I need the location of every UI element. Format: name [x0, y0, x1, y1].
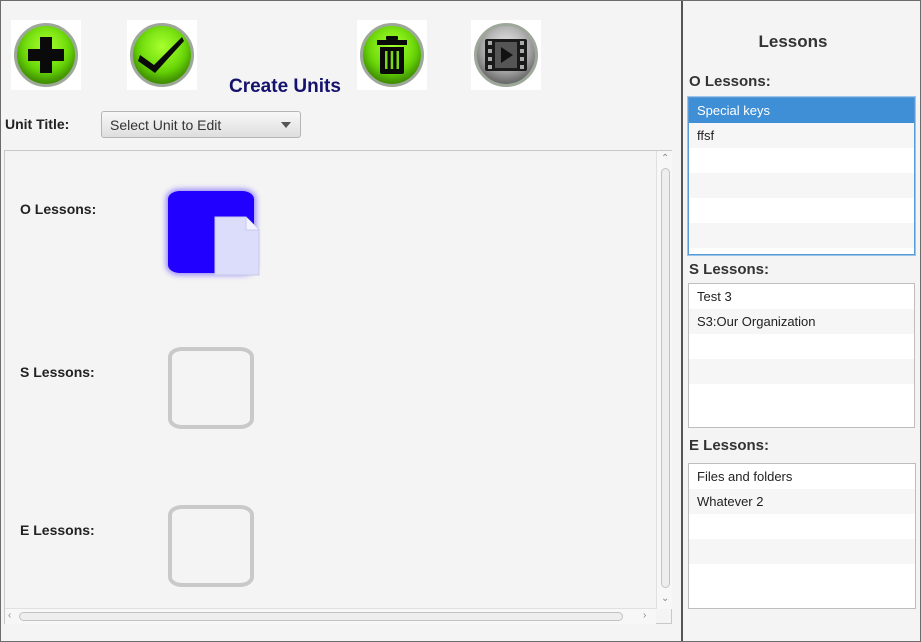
unit-editor-pane: Create Units Unit Title: Select Unit to … — [1, 1, 681, 641]
list-item[interactable]: Test 3 — [689, 284, 914, 309]
list-item[interactable] — [689, 173, 914, 198]
scroll-left-icon[interactable]: ‹ — [8, 611, 11, 621]
scroll-down-icon[interactable]: ⌄ — [661, 594, 669, 604]
chevron-down-icon — [281, 122, 291, 128]
s-lessons-label: S Lessons: — [20, 364, 95, 380]
vertical-scrollbar[interactable]: ⌃ ⌄ — [656, 151, 672, 609]
plus-icon — [14, 23, 78, 87]
list-item[interactable] — [689, 148, 914, 173]
list-item[interactable] — [689, 564, 915, 589]
list-item[interactable]: Whatever 2 — [689, 489, 915, 514]
list-item[interactable] — [689, 198, 914, 223]
lessons-title: Lessons — [758, 32, 828, 51]
vertical-scroll-thumb[interactable] — [661, 168, 670, 588]
o-lessons-list[interactable]: Special keys ffsf — [688, 97, 915, 255]
page-title: Create Units — [229, 76, 341, 97]
unit-select-dropdown[interactable]: Select Unit to Edit — [101, 111, 301, 138]
e-lessons-heading: E Lessons: — [689, 437, 770, 454]
add-button[interactable] — [11, 20, 81, 90]
e-lessons-drop-target[interactable] — [168, 505, 254, 587]
film-play-icon — [474, 23, 538, 87]
list-item[interactable] — [689, 514, 915, 539]
scroll-right-icon[interactable]: › — [643, 611, 646, 621]
list-item[interactable] — [689, 359, 914, 384]
horizontal-scroll-thumb[interactable] — [19, 612, 623, 621]
s-lessons-heading: S Lessons: — [689, 261, 770, 278]
e-lessons-label: E Lessons: — [20, 522, 95, 538]
app-window: Create Units Unit Title: Select Unit to … — [0, 0, 921, 642]
document-icon — [214, 216, 260, 276]
unit-select-value: Select Unit to Edit — [110, 116, 222, 133]
s-lessons-list[interactable]: Test 3 S3:Our Organization — [688, 283, 915, 428]
e-lessons-list[interactable]: Files and folders Whatever 2 — [688, 463, 916, 609]
o-lessons-heading: O Lessons: — [689, 73, 771, 90]
list-item[interactable] — [689, 539, 915, 564]
video-button[interactable] — [471, 20, 541, 90]
lessons-sidebar: Lessons O Lessons: Special keys ffsf S L… — [683, 1, 920, 641]
o-lessons-label: O Lessons: — [20, 201, 97, 217]
trash-icon — [360, 23, 424, 87]
list-item[interactable]: Special keys — [689, 98, 914, 123]
s-lessons-drop-target[interactable] — [168, 347, 254, 429]
list-item[interactable]: S3:Our Organization — [689, 309, 914, 334]
scroll-up-icon[interactable]: ⌃ — [661, 154, 669, 164]
list-item[interactable] — [689, 223, 914, 248]
confirm-button[interactable] — [127, 20, 197, 90]
list-item[interactable] — [689, 334, 914, 359]
horizontal-scrollbar[interactable]: ‹ › — [5, 608, 656, 624]
list-item[interactable]: Files and folders — [689, 464, 915, 489]
list-item[interactable] — [689, 384, 914, 409]
o-lessons-drop-target[interactable] — [168, 191, 260, 276]
delete-button[interactable] — [357, 20, 427, 90]
checkmark-icon — [130, 23, 194, 87]
lesson-drop-area: O Lessons: S Lessons: E Lessons: ⌃ ⌄ ‹ › — [4, 150, 672, 624]
unit-title-label: Unit Title: — [5, 116, 70, 132]
list-item[interactable]: ffsf — [689, 123, 914, 148]
